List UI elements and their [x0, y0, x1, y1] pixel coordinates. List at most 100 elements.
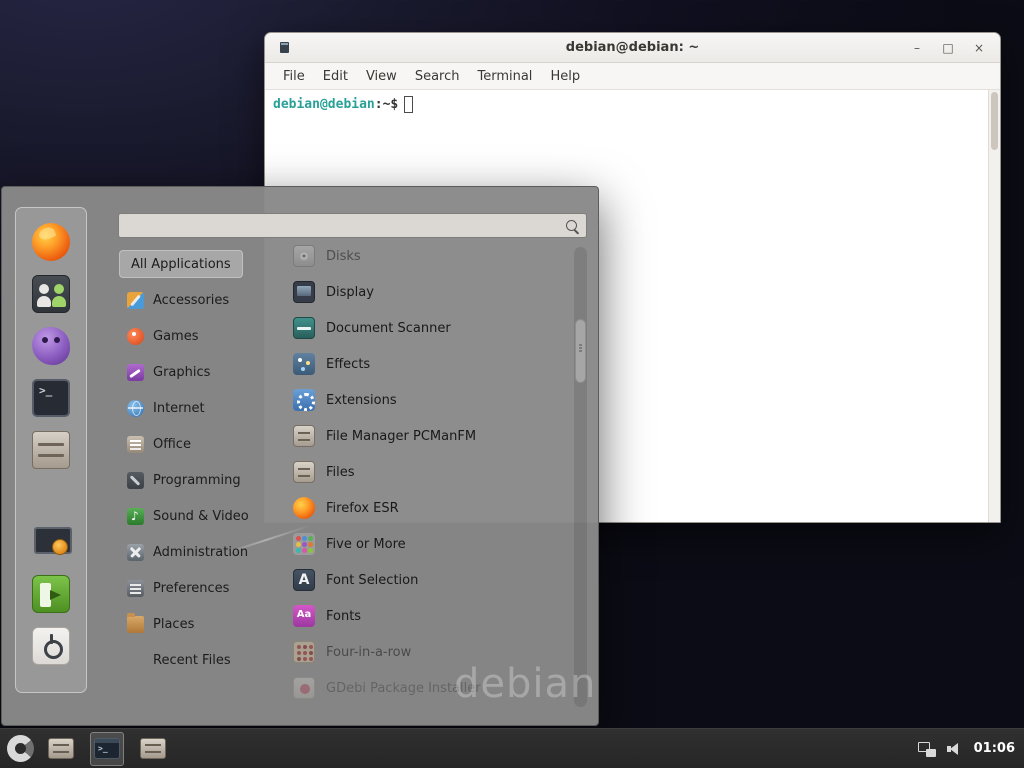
application-item[interactable]: Fonts: [289, 598, 574, 634]
search-input[interactable]: [119, 214, 586, 237]
category-item[interactable]: Office: [119, 426, 199, 462]
category-item[interactable]: Graphics: [119, 354, 218, 390]
category-label: Recent Files: [153, 653, 231, 668]
category-label: Accessories: [153, 293, 229, 308]
application-label: Firefox ESR: [326, 501, 399, 516]
session-buttons: [15, 523, 87, 665]
favorites-list: [15, 223, 87, 469]
taskbar-launcher[interactable]: [90, 732, 124, 766]
graphics-icon: [127, 364, 144, 381]
application-item[interactable]: Font Selection: [289, 562, 574, 598]
terminal-scrollbar[interactable]: [988, 90, 1000, 522]
menubar-item[interactable]: Search: [406, 65, 469, 88]
category-item[interactable]: Games: [119, 318, 206, 354]
effects-icon: [293, 353, 315, 375]
cinnamon-logo-icon: [7, 735, 34, 762]
close-button[interactable]: ×: [972, 33, 986, 63]
terminal-small-icon: [94, 738, 120, 759]
places-icon: [127, 616, 144, 633]
menubar-item[interactable]: Edit: [314, 65, 357, 88]
category-item[interactable]: Preferences: [119, 570, 237, 606]
menu-scrollbar[interactable]: [574, 247, 587, 707]
application-item[interactable]: Files: [289, 454, 574, 490]
category-item[interactable]: Programming: [119, 462, 249, 498]
volume-icon[interactable]: [947, 741, 963, 757]
application-item[interactable]: Display: [289, 274, 574, 310]
menubar-item[interactable]: Help: [541, 65, 589, 88]
menu-scrollbar-thumb[interactable]: [575, 319, 586, 383]
logout-icon: [32, 575, 70, 613]
session-button[interactable]: [32, 627, 70, 665]
category-item[interactable]: Administration: [119, 534, 256, 570]
terminal-icon: [32, 379, 70, 417]
menu-button[interactable]: [0, 729, 40, 768]
fonts-icon: [293, 605, 315, 627]
category-label: Games: [153, 329, 198, 344]
minimize-button[interactable]: –: [910, 33, 924, 63]
category-label: Sound & Video: [153, 509, 249, 524]
taskbar-launcher[interactable]: [44, 732, 78, 766]
menubar-item[interactable]: Terminal: [468, 65, 541, 88]
taskbar: 01:06: [0, 728, 1024, 768]
application-label: Display: [326, 285, 374, 300]
application-list: Disks Display Document Scanner Effects E…: [289, 238, 574, 706]
internet-icon: [127, 400, 144, 417]
application-label: Disks: [326, 249, 361, 264]
application-item[interactable]: Document Scanner: [289, 310, 574, 346]
application-label: Effects: [326, 357, 370, 372]
system-tray: 01:06: [918, 741, 1024, 757]
preferences-icon: [127, 580, 144, 597]
files-small-icon: [140, 738, 166, 759]
category-item[interactable]: Places: [119, 606, 202, 642]
application-item[interactable]: GDebi Package Installer: [289, 670, 574, 706]
firefox-esr-icon: [293, 497, 315, 519]
category-label: Programming: [153, 473, 241, 488]
favorite-item[interactable]: [32, 327, 70, 365]
menubar-item[interactable]: View: [357, 65, 406, 88]
category-item[interactable]: Recent Files: [119, 642, 239, 678]
administration-icon: [127, 544, 144, 561]
file-cabinet-icon: [48, 738, 74, 759]
favorite-item[interactable]: [32, 223, 70, 261]
application-item[interactable]: Four-in-a-row: [289, 634, 574, 670]
terminal-scrollbar-thumb[interactable]: [991, 92, 998, 150]
category-label: Places: [153, 617, 194, 632]
maximize-button[interactable]: □: [941, 33, 955, 63]
files-app-icon: [293, 461, 315, 483]
session-button[interactable]: [32, 523, 70, 561]
menubar-item[interactable]: File: [274, 65, 314, 88]
category-item[interactable]: Accessories: [119, 282, 237, 318]
application-menu: All Applications Accessories Games Graph…: [1, 186, 599, 726]
display-settings-icon: [32, 523, 70, 561]
favorite-item[interactable]: [32, 275, 70, 313]
application-item[interactable]: Five or More: [289, 526, 574, 562]
session-button[interactable]: [32, 575, 70, 613]
favorite-item[interactable]: [32, 379, 70, 417]
favorite-item[interactable]: [32, 431, 70, 469]
font-selection-icon: [293, 569, 315, 591]
clock[interactable]: 01:06: [974, 741, 1015, 756]
category-label: Internet: [153, 401, 205, 416]
terminal-cursor: [404, 96, 413, 113]
pidgin-icon: [32, 327, 70, 365]
disks-icon: [293, 245, 315, 267]
games-icon: [127, 328, 144, 345]
prompt-user-host: debian@debian: [273, 97, 375, 112]
network-icon[interactable]: [918, 741, 936, 757]
five-or-more-icon: [293, 533, 315, 555]
terminal-titlebar[interactable]: debian@debian: ~ – □ ×: [265, 33, 1000, 63]
category-item[interactable]: All Applications: [119, 250, 243, 278]
taskbar-launcher[interactable]: [136, 732, 170, 766]
application-item[interactable]: File Manager PCManFM: [289, 418, 574, 454]
document-scanner-icon: [293, 317, 315, 339]
application-item[interactable]: Firefox ESR: [289, 490, 574, 526]
category-item[interactable]: Internet: [119, 390, 213, 426]
application-label: Five or More: [326, 537, 406, 552]
application-item[interactable]: Extensions: [289, 382, 574, 418]
category-label: All Applications: [131, 257, 231, 272]
application-item[interactable]: Disks: [289, 238, 574, 274]
application-item[interactable]: Effects: [289, 346, 574, 382]
category-item[interactable]: Sound & Video: [119, 498, 257, 534]
search-icon: [565, 219, 580, 234]
shutdown-icon: [32, 627, 70, 665]
